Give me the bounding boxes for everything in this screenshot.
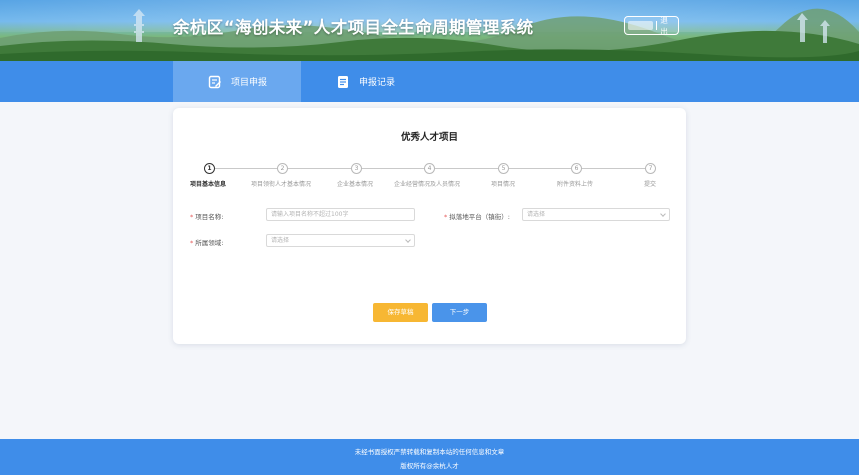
copyright-notice: 未经书面授权严禁转载和复制本站的任何信息和文章 (0, 446, 859, 456)
user-box: 退出 (624, 16, 679, 35)
copyright-owner: 版权所有@余杭人才 (0, 460, 859, 470)
project-name-label: *项目名称: (190, 211, 223, 221)
tab-apply-records-label: 申报记录 (359, 75, 395, 88)
step-5-circle[interactable]: 5 (498, 163, 509, 174)
site-title: 余杭区“海创未来”人才项目全生命周期管理系统 (173, 14, 534, 38)
tab-project-apply-label: 项目申报 (231, 75, 267, 88)
main-nav: 项目申报 申报记录 (0, 61, 859, 102)
header-banner: 余杭区“海创未来”人才项目全生命周期管理系统 退出 (0, 0, 859, 61)
domain-select[interactable]: 请选择 (266, 234, 415, 247)
next-step-button[interactable]: 下一步 (432, 303, 487, 322)
step-1-circle[interactable]: 1 (204, 163, 215, 174)
step-7-label: 提交 (644, 179, 656, 188)
application-card: 优秀人才项目 1 2 3 4 5 6 7 项目基本信息 项目领衔人才基本情况 企… (173, 108, 686, 344)
step-connector (215, 168, 281, 169)
footer: 未经书面授权严禁转载和复制本站的任何信息和文章 版权所有@余杭人才 (0, 439, 859, 475)
step-2-circle[interactable]: 2 (277, 163, 288, 174)
form-title: 优秀人才项目 (173, 129, 686, 143)
step-4-label: 企业经营情况及人员情况 (394, 179, 460, 188)
divider (656, 21, 657, 30)
logout-button[interactable]: 退出 (660, 15, 675, 37)
save-draft-button[interactable]: 保存草稿 (373, 303, 428, 322)
list-document-icon (336, 75, 350, 89)
step-2-label: 项目领衔人才基本情况 (251, 179, 311, 188)
project-name-input[interactable]: 请输入项目名称不超过100字 (266, 208, 415, 221)
username (628, 21, 653, 30)
edit-document-icon (208, 75, 222, 89)
step-7-circle[interactable]: 7 (645, 163, 656, 174)
step-6-label: 附件资料上传 (557, 179, 593, 188)
required-mark: * (444, 213, 447, 221)
domain-label: *所属领域: (190, 237, 223, 247)
step-connector (435, 168, 498, 169)
required-mark: * (190, 213, 193, 221)
step-connector (288, 168, 351, 169)
step-connector (582, 168, 645, 169)
platform-label: *拟落地平台（镇街）: (444, 211, 510, 221)
chevron-down-icon (405, 237, 411, 243)
step-indicator: 1 2 3 4 5 6 7 项目基本信息 项目领衔人才基本情况 企业基本情况 企… (173, 160, 686, 190)
tab-project-apply[interactable]: 项目申报 (173, 61, 301, 102)
step-connector (362, 168, 425, 169)
step-3-label: 企业基本情况 (337, 179, 373, 188)
tab-apply-records[interactable]: 申报记录 (301, 61, 429, 102)
step-3-circle[interactable]: 3 (351, 163, 362, 174)
step-6-circle[interactable]: 6 (571, 163, 582, 174)
step-4-circle[interactable]: 4 (424, 163, 435, 174)
step-connector (509, 168, 571, 169)
chevron-down-icon (660, 211, 666, 217)
platform-select[interactable]: 请选择 (522, 208, 670, 221)
required-mark: * (190, 239, 193, 247)
step-1-label: 项目基本信息 (190, 179, 226, 188)
step-5-label: 项目情况 (491, 179, 515, 188)
